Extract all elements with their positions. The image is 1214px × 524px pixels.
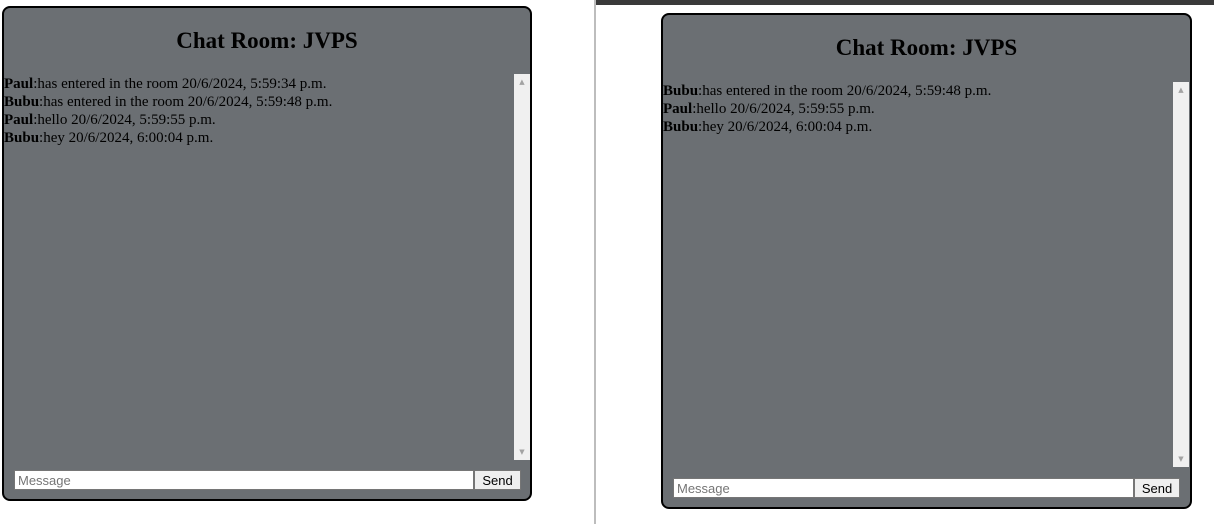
message-list-scrollbar[interactable]: ▲ ▼: [514, 74, 530, 460]
message-text: :hey 20/6/2024, 6:00:04 p.m.: [698, 119, 873, 135]
message-username: Paul: [663, 101, 693, 117]
message-item: Bubu:hey 20/6/2024, 6:00:04 p.m.: [4, 129, 512, 147]
message-username: Bubu: [4, 94, 40, 110]
message-username: Paul: [4, 76, 34, 92]
message-input[interactable]: [673, 478, 1134, 498]
send-button[interactable]: Send: [474, 470, 521, 490]
message-text: :has entered in the room 20/6/2024, 5:59…: [698, 83, 992, 99]
message-item: Bubu:has entered in the room 20/6/2024, …: [4, 93, 512, 111]
message-text: :hey 20/6/2024, 6:00:04 p.m.: [39, 130, 214, 146]
message-list: Paul:has entered in the room 20/6/2024, …: [4, 75, 512, 460]
message-text: :hello 20/6/2024, 5:59:55 p.m.: [33, 112, 216, 128]
scroll-down-arrow-icon[interactable]: ▼: [514, 444, 530, 460]
chat-room-panel: Chat Room: JVPS Bubu:has entered in the …: [661, 13, 1192, 509]
right-browser-pane: Chat Room: JVPS Bubu:has entered in the …: [596, 0, 1214, 524]
chat-room-title: Chat Room: JVPS: [176, 28, 358, 53]
message-item: Paul:hello 20/6/2024, 5:59:55 p.m.: [4, 111, 512, 129]
message-text: :has entered in the room 20/6/2024, 5:59…: [39, 94, 333, 110]
message-username: Bubu: [663, 119, 699, 135]
message-text: :has entered in the room 20/6/2024, 5:59…: [33, 76, 327, 92]
scroll-down-arrow-icon[interactable]: ▼: [1173, 451, 1189, 467]
message-item: Bubu:has entered in the room 20/6/2024, …: [663, 82, 1172, 100]
message-list: Bubu:has entered in the room 20/6/2024, …: [663, 82, 1172, 466]
left-browser-pane: Chat Room: JVPS Paul:has entered in the …: [0, 0, 594, 524]
message-item: Paul:has entered in the room 20/6/2024, …: [4, 75, 512, 93]
message-text: :hello 20/6/2024, 5:59:55 p.m.: [692, 101, 875, 117]
scroll-up-arrow-icon[interactable]: ▲: [1173, 82, 1189, 98]
chat-room-panel: Chat Room: JVPS Paul:has entered in the …: [2, 6, 532, 501]
chat-room-title: Chat Room: JVPS: [835, 35, 1018, 60]
message-item: Bubu:hey 20/6/2024, 6:00:04 p.m.: [663, 118, 1172, 136]
message-username: Bubu: [4, 130, 40, 146]
message-username: Paul: [4, 112, 34, 128]
scroll-up-arrow-icon[interactable]: ▲: [514, 74, 530, 90]
message-item: Paul:hello 20/6/2024, 5:59:55 p.m.: [663, 100, 1172, 118]
send-button[interactable]: Send: [1134, 478, 1180, 498]
browser-top-bar: [596, 0, 1214, 5]
message-input[interactable]: [14, 470, 474, 490]
message-list-scrollbar[interactable]: ▲ ▼: [1173, 82, 1189, 467]
message-username: Bubu: [663, 83, 699, 99]
